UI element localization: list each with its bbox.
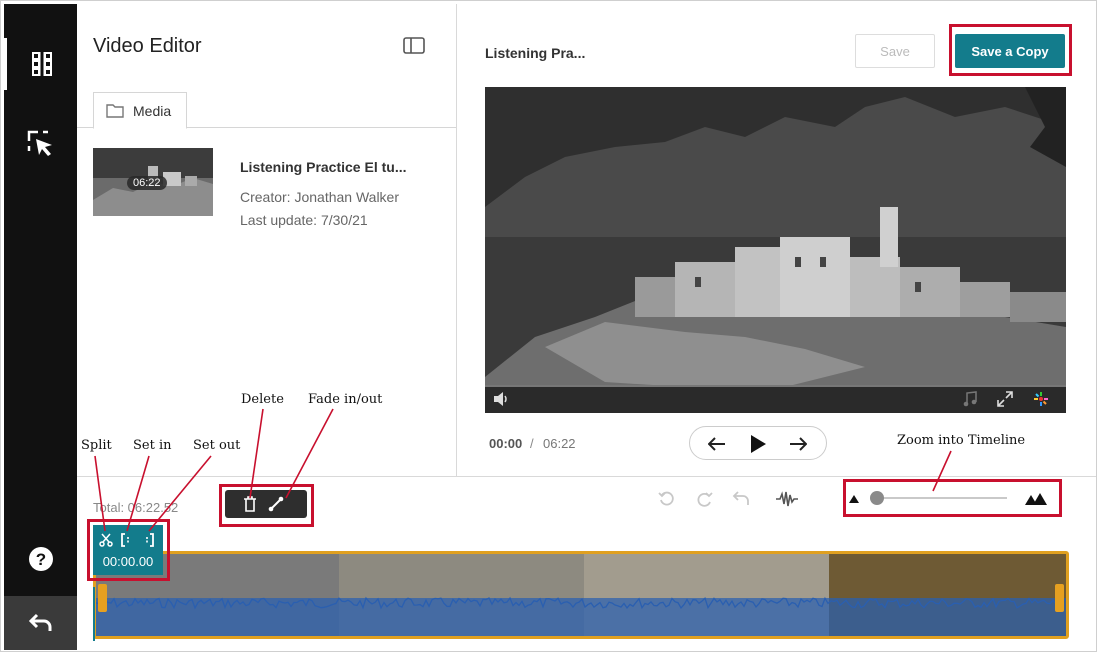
folder-icon	[106, 104, 124, 118]
undo-arrow-icon	[28, 613, 51, 631]
zoom-slider-thumb[interactable]	[870, 491, 884, 505]
media-item-creator: Creator: Jonathan Walker	[240, 189, 399, 205]
playback-settings-icon[interactable]	[1033, 391, 1049, 407]
trim-out-handle[interactable]	[1055, 584, 1064, 612]
play-button[interactable]	[747, 433, 769, 455]
reset-button[interactable]	[657, 489, 677, 509]
arrow-right-icon	[790, 437, 807, 451]
trim-in-handle[interactable]	[98, 584, 107, 612]
panel-divider	[456, 4, 457, 477]
total-time: 06:22	[543, 436, 576, 451]
redo-button[interactable]	[694, 489, 714, 509]
video-controls-bar	[485, 385, 1066, 413]
save-button[interactable]: Save	[855, 34, 935, 68]
waveform-icon	[776, 491, 798, 507]
annotation-zoom: Zoom into Timeline	[897, 433, 1026, 448]
film-strip-icon	[32, 52, 52, 76]
arrow-left-icon	[708, 437, 725, 451]
media-thumbnail[interactable]: 06:22	[93, 148, 213, 216]
annotation-delete: Delete	[241, 392, 284, 407]
video-player[interactable]	[485, 87, 1066, 413]
fullscreen-icon[interactable]	[997, 391, 1013, 407]
play-icon	[751, 435, 766, 453]
left-rail: ?	[4, 4, 77, 650]
video-progress-bar[interactable]	[485, 385, 1066, 387]
timeline-total: Total: 06:22.52	[93, 500, 179, 515]
panel-title: Video Editor	[93, 35, 202, 57]
playback-controls	[689, 426, 827, 460]
tab-media-label: Media	[133, 102, 172, 119]
annotation-split: Split	[81, 438, 112, 453]
step-back-button[interactable]	[706, 433, 728, 455]
step-forward-button[interactable]	[787, 433, 809, 455]
playhead-line[interactable]	[93, 587, 95, 641]
timeline-divider	[77, 476, 1096, 477]
audio-waveform-button[interactable]	[775, 489, 799, 509]
reset-icon	[658, 491, 674, 506]
undo-button[interactable]	[731, 489, 751, 509]
thumbnail-duration-badge: 06:22	[127, 176, 167, 190]
annotation-set-in: Set in	[133, 438, 172, 453]
rail-video-editor-button[interactable]	[4, 38, 77, 90]
timeline-track[interactable]	[93, 551, 1069, 639]
annotation-fade: Fade in/out	[308, 392, 383, 407]
playhead-tools-highlight-box	[87, 519, 170, 581]
preview-title: Listening Pra...	[485, 45, 586, 61]
fade-button[interactable]	[266, 494, 286, 514]
rail-back-button[interactable]	[4, 596, 77, 650]
small-mountain-icon	[849, 495, 859, 503]
fade-curve-icon	[268, 496, 284, 512]
undo-icon	[732, 491, 749, 505]
audio-waveform	[96, 596, 1066, 636]
tab-media[interactable]: Media	[93, 92, 187, 129]
zoom-out-button[interactable]	[847, 489, 861, 509]
video-editor-window: ? Video Editor Media 06:22 Listening Pra…	[0, 0, 1097, 652]
music-note-icon[interactable]	[963, 391, 977, 407]
video-frame	[485, 87, 1066, 413]
media-item-title[interactable]: Listening Practice El tu...	[240, 159, 406, 175]
save-copy-button[interactable]: Save a Copy	[955, 34, 1065, 68]
media-item-last-update: Last update: 7/30/21	[240, 212, 368, 228]
zoom-slider-track[interactable]	[877, 497, 1007, 499]
current-time: 00:00	[489, 436, 523, 451]
cursor-select-icon	[27, 130, 52, 156]
large-mountain-icon	[1025, 493, 1047, 505]
help-icon: ?	[28, 547, 53, 571]
zoom-in-button[interactable]	[1023, 489, 1049, 509]
time-separator: /	[530, 436, 534, 451]
panel-layout-icon[interactable]	[403, 37, 425, 54]
delete-button[interactable]	[240, 494, 260, 514]
rail-help-button[interactable]: ?	[4, 533, 77, 585]
svg-text:?: ?	[35, 550, 45, 569]
clip-actions-toolbar	[225, 490, 307, 518]
rail-interactive-button[interactable]	[4, 118, 77, 170]
trash-icon	[244, 496, 256, 512]
volume-icon[interactable]	[493, 391, 511, 407]
redo-icon	[697, 492, 713, 507]
annotation-set-out: Set out	[193, 438, 241, 453]
